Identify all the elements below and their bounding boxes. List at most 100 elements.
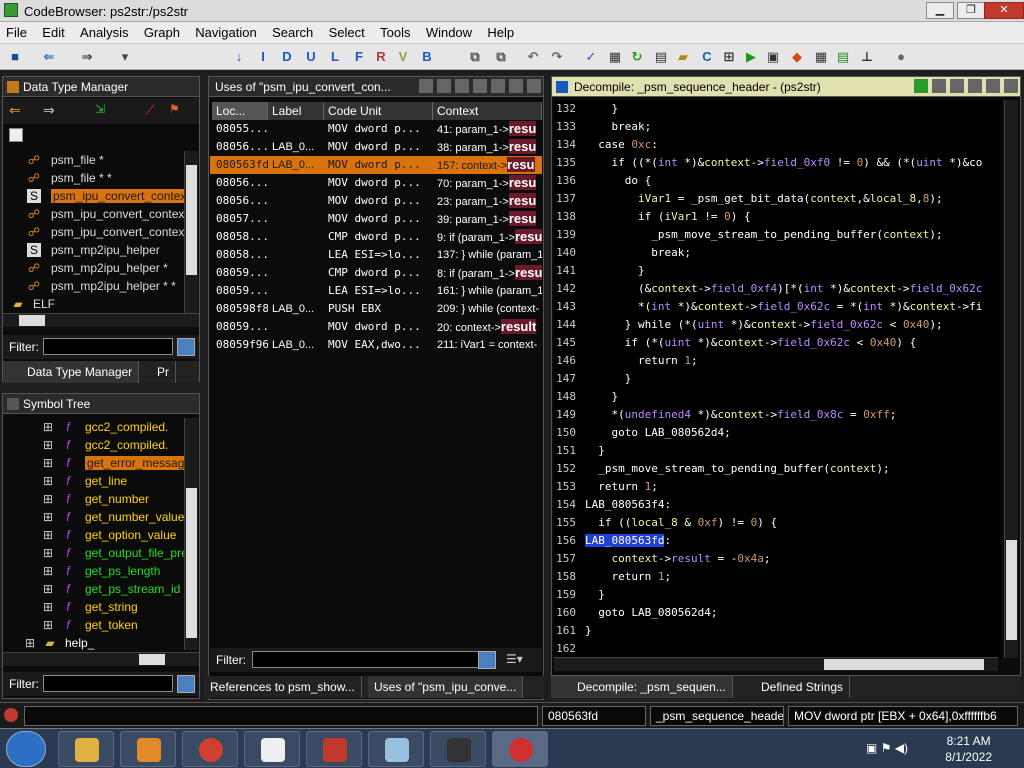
delete-icon[interactable]: ⟋ xyxy=(145,102,155,119)
code-line[interactable]: 157 context->result = -0x4a; xyxy=(554,550,1002,568)
symbol-item[interactable]: ⊞ f get_ps_stream_id xyxy=(3,580,199,598)
symbol-item[interactable]: ⊞ f get_number_value xyxy=(3,508,199,526)
menu-file[interactable]: File xyxy=(0,22,33,43)
close-icon[interactable] xyxy=(527,79,541,93)
symbol-item-selected[interactable]: ⊞ f get_error_message xyxy=(3,454,199,472)
code-line[interactable]: 159 } xyxy=(554,586,1002,604)
symbol-item[interactable]: ⊞ f get_string xyxy=(3,598,199,616)
symbol-tree-vertical-scrollbar[interactable] xyxy=(184,418,198,650)
table-row[interactable]: 08059f96 LAB_0... MOV EAX,dwo... 211: iVar1… xyxy=(210,336,542,354)
toolbar-l-button[interactable]: L xyxy=(326,48,344,66)
snapshot-icon[interactable] xyxy=(968,79,982,93)
network-icon[interactable]: ▣ xyxy=(866,741,877,755)
code-line[interactable]: 155 if ((local_8 & 0xf) != 0) { xyxy=(554,514,1002,532)
expand-icon[interactable]: ⊞ xyxy=(41,546,55,560)
menu-tools[interactable]: Tools xyxy=(374,22,416,43)
code-line[interactable]: 137 iVar1 = _psm_get_bit_data(context,&l… xyxy=(554,190,1002,208)
code-line[interactable]: 134 case 0xc: xyxy=(554,136,1002,154)
table-row[interactable]: 08059... MOV dword p... 20: context->resul… xyxy=(210,318,542,336)
menu-icon[interactable] xyxy=(986,79,1000,93)
code-line[interactable]: 161} xyxy=(554,622,1002,640)
code-line[interactable]: 136 do { xyxy=(554,172,1002,190)
refresh-icon[interactable] xyxy=(455,79,469,93)
edit-icon[interactable] xyxy=(950,79,964,93)
column-header-label[interactable]: Label xyxy=(268,102,324,120)
code-line[interactable]: 141 } xyxy=(554,262,1002,280)
tab-references-to-psm-show[interactable]: References to psm_show... xyxy=(204,676,362,698)
navigate-down-icon[interactable]: ↓ xyxy=(230,48,248,66)
code-line[interactable]: 158 return 1; xyxy=(554,568,1002,586)
folder-icon[interactable]: ▰ xyxy=(674,48,692,66)
code-line[interactable]: 154 LAB_080563f4: xyxy=(554,496,1002,514)
expand-icon[interactable]: ⊞ xyxy=(23,636,37,650)
media-player-taskbar-button[interactable] xyxy=(120,731,176,767)
symbol-tree-horizontal-scrollbar[interactable] xyxy=(3,652,199,666)
code-line[interactable]: 148 } xyxy=(554,388,1002,406)
ghidra-taskbar-button[interactable] xyxy=(492,731,548,767)
toolbar-f-button[interactable]: F xyxy=(350,48,368,66)
terminal-taskbar-button[interactable] xyxy=(430,731,486,767)
help-bubble-icon[interactable]: ● xyxy=(892,48,910,66)
code-line[interactable]: 135 if ((*(int *)&context->field_0xf0 !=… xyxy=(554,154,1002,172)
check-icon[interactable]: ✓ xyxy=(582,48,600,66)
forward-arrow-icon[interactable]: ⇒ xyxy=(43,102,55,119)
dtm-filter-input[interactable] xyxy=(43,338,173,355)
code-line[interactable]: 146 return 1; xyxy=(554,352,1002,370)
filter-settings-icon[interactable]: ☰▾ xyxy=(506,652,523,666)
dropdown-icon[interactable]: ▾ xyxy=(116,48,134,66)
tab-program-tree[interactable]: Pr xyxy=(151,361,176,383)
decompile-horizontal-scrollbar[interactable] xyxy=(554,657,998,671)
volume-icon[interactable]: ◀) xyxy=(895,741,908,755)
back-arrow-icon[interactable]: ⇐ xyxy=(40,48,58,66)
table-row[interactable]: 080563fd LAB_0... MOV dword p... 157: conte… xyxy=(210,156,542,174)
redo-icon[interactable]: ↷ xyxy=(548,48,566,66)
tree-item-psm-mp2ipu-helper-ptr[interactable]: ☍ psm_mp2ipu_helper * xyxy=(3,259,199,277)
decompile-icon[interactable]: C xyxy=(698,48,716,66)
7zip-taskbar-button[interactable] xyxy=(244,731,300,767)
tree-item-psm-ipu-convert-context[interactable]: Spsm_ipu_convert_context xyxy=(3,187,199,205)
collapse-icon[interactable] xyxy=(9,128,23,142)
toolbar-r-button[interactable]: R xyxy=(372,48,390,66)
column-header-context[interactable]: Context xyxy=(433,102,542,120)
code-line[interactable]: 145 if (*(uint *)&context->field_0x62c <… xyxy=(554,334,1002,352)
column-header-location[interactable]: Loc... xyxy=(212,102,268,120)
symbol-item[interactable]: ⊞ f gcc2_compiled. xyxy=(3,418,199,436)
tree-item-psm-mp2ipu-helper[interactable]: Spsm_mp2ipu_helper xyxy=(3,241,199,259)
close-button[interactable]: ✕ xyxy=(984,2,1024,19)
toolbar-b-button[interactable]: B xyxy=(418,48,436,66)
code-line[interactable]: 143 *(int *)&context->field_0x62c = *(in… xyxy=(554,298,1002,316)
code-line[interactable]: 132 } xyxy=(554,100,1002,118)
expand-icon[interactable]: ⊞ xyxy=(41,474,55,488)
symbol-item[interactable]: ⊞ f gcc2_compiled. xyxy=(3,436,199,454)
tab-decompile[interactable]: Decompile: _psm_sequen... xyxy=(551,676,733,698)
toolbar-v-button[interactable]: V xyxy=(394,48,412,66)
refresh-icon[interactable] xyxy=(914,79,928,93)
table-row[interactable]: 08055... MOV dword p... 41: param_1->resu xyxy=(210,120,542,138)
tab-defined-strings[interactable]: Defined Strings xyxy=(735,676,851,698)
tree-item-psm-ipu-convert-context-ptr2[interactable]: ☍ psm_ipu_convert_context xyxy=(3,223,199,241)
data-icon[interactable]: ▤ xyxy=(834,48,852,66)
undo-icon[interactable]: ↶ xyxy=(524,48,542,66)
close-icon[interactable] xyxy=(1004,79,1018,93)
select-icon[interactable] xyxy=(491,79,505,93)
chrome-taskbar-button[interactable] xyxy=(182,731,238,767)
expand-icon[interactable]: ⊞ xyxy=(41,564,55,578)
symbol-folder[interactable]: ⊞ ▰ help_ xyxy=(3,634,199,652)
expand-icon[interactable]: ⊞ xyxy=(41,456,55,470)
tree-item-psm-mp2ipu-helper-ptr-ptr[interactable]: ☍ psm_mp2ipu_helper * * xyxy=(3,277,199,295)
save-icon[interactable]: ■ xyxy=(6,48,24,66)
hex-icon[interactable]: ▦ xyxy=(606,48,624,66)
decompiled-code[interactable]: 132 } 133 break; 134 case 0xc: 135 if ((*(i… xyxy=(554,100,1002,658)
menu-graph[interactable]: Graph xyxy=(138,22,186,43)
tab-data-type-manager[interactable]: Data Type Manager xyxy=(3,361,140,383)
table-row[interactable]: 080598f8 LAB_0... PUSH EBX 209: } while (co… xyxy=(210,300,542,318)
tree-item-psm-file-ptr-ptr[interactable]: ☍ psm_file * * xyxy=(3,169,199,187)
symbol-item[interactable]: ⊞ f get_output_file_pre xyxy=(3,544,199,562)
debugger-icon[interactable]: ◆ xyxy=(788,48,806,66)
start-button[interactable] xyxy=(6,731,46,767)
code-line[interactable]: 153 return 1; xyxy=(554,478,1002,496)
expand-icon[interactable]: ⊞ xyxy=(41,582,55,596)
menu-navigation[interactable]: Navigation xyxy=(189,22,262,43)
code-line[interactable]: 144 } while (*(uint *)&context->field_0x… xyxy=(554,316,1002,334)
symbol-table-icon[interactable]: ▦ xyxy=(812,48,830,66)
